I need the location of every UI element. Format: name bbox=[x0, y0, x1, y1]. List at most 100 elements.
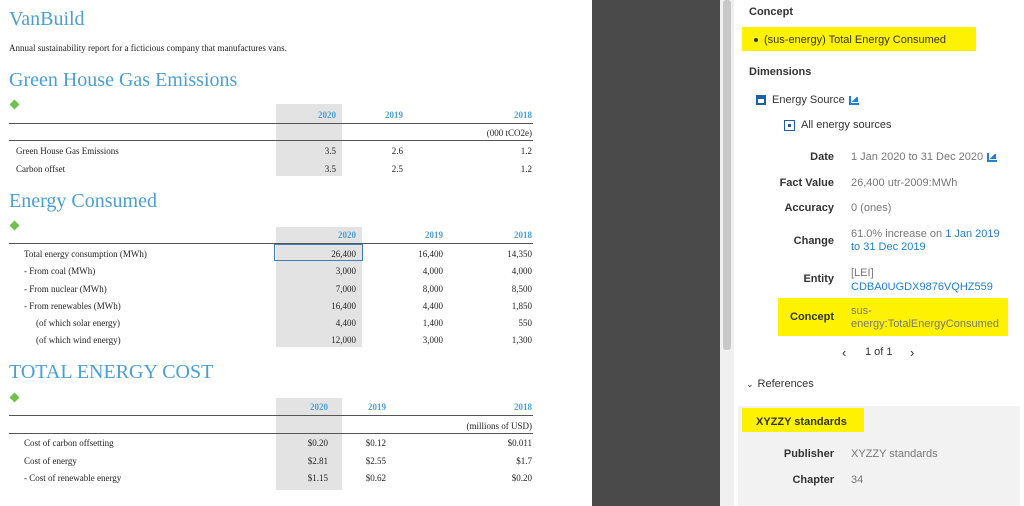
year-header: 2018 bbox=[514, 230, 532, 240]
row-label: Cost of energy bbox=[24, 456, 77, 466]
fact-value[interactable]: $0.20 bbox=[472, 473, 532, 483]
document-viewer: VanBuild Annual sustainability report fo… bbox=[0, 0, 592, 506]
fact-value[interactable]: $0.20 bbox=[268, 438, 328, 448]
fact-value[interactable]: 8,000 bbox=[383, 284, 443, 294]
row-label: - From coal (MWh) bbox=[24, 266, 96, 276]
panel-scrollbar[interactable] bbox=[720, 0, 734, 506]
dimension-member: All energy sources bbox=[801, 119, 892, 131]
fact-value[interactable]: $0.62 bbox=[326, 473, 386, 483]
fact-value[interactable]: 3,000 bbox=[383, 335, 443, 345]
fact-value[interactable]: 16,400 bbox=[383, 249, 443, 259]
pager-label: 1 of 1 bbox=[865, 346, 893, 358]
fact-value[interactable]: $2.81 bbox=[268, 456, 328, 466]
green-diamond-icon bbox=[9, 99, 20, 110]
report-description: Annual sustainability report for a ficti… bbox=[9, 43, 287, 53]
green-diamond-icon bbox=[9, 392, 20, 403]
publisher-val: XYZZY standards bbox=[851, 448, 938, 460]
fact-value[interactable]: $1.15 bbox=[268, 473, 328, 483]
fact-value[interactable]: $0.12 bbox=[326, 438, 386, 448]
accuracy-key: Accuracy bbox=[784, 202, 834, 214]
table-rule bbox=[9, 243, 533, 244]
unit-label: (000 tCO2e) bbox=[486, 128, 532, 138]
fact-value[interactable]: $1.7 bbox=[472, 456, 532, 466]
section-title-cost: TOTAL ENERGY COST bbox=[9, 361, 214, 383]
fact-value[interactable]: 3,000 bbox=[296, 266, 356, 276]
fact-value[interactable]: 4,400 bbox=[383, 301, 443, 311]
dimensions-heading: Dimensions bbox=[749, 66, 812, 78]
year-header: 2019 bbox=[368, 402, 386, 412]
row-label: Cost of carbon offsetting bbox=[24, 438, 114, 448]
next-page-button[interactable]: › bbox=[910, 345, 914, 360]
concept-line1: sus- bbox=[851, 305, 872, 317]
row-label: - From renewables (MWh) bbox=[24, 301, 121, 311]
chart-icon[interactable] bbox=[987, 152, 998, 162]
section-title-energy: Energy Consumed bbox=[9, 190, 157, 212]
fact-value[interactable]: $2.55 bbox=[326, 456, 386, 466]
row-label: Green House Gas Emissions bbox=[16, 146, 119, 156]
fact-inspector-panel: Concept (sus-energy) Total Energy Consum… bbox=[734, 0, 1024, 506]
fact-value[interactable]: 16,400 bbox=[296, 301, 356, 311]
fact-value[interactable]: 2.6 bbox=[343, 146, 403, 156]
publisher-key: Publisher bbox=[783, 448, 834, 460]
change-period-link[interactable]: 1 Jan 2019 bbox=[945, 228, 999, 240]
reference-title: XYZZY standards bbox=[756, 416, 847, 428]
fact-value[interactable]: 8,500 bbox=[472, 284, 532, 294]
dimension-table-icon bbox=[756, 95, 766, 106]
date-value: 1 Jan 2020 to 31 Dec 2020 bbox=[851, 151, 998, 163]
fact-value[interactable]: 3.5 bbox=[276, 146, 336, 156]
fact-value[interactable]: 1.2 bbox=[472, 164, 532, 174]
prev-page-button[interactable]: ‹ bbox=[842, 345, 846, 360]
viewer-background bbox=[592, 0, 720, 506]
change-period-link-end[interactable]: to 31 Dec 2019 bbox=[851, 241, 926, 253]
table-rule bbox=[9, 123, 533, 124]
member-checkbox-icon[interactable] bbox=[784, 119, 795, 131]
fact-value[interactable]: 2.5 bbox=[343, 164, 403, 174]
fact-value[interactable]: 4,000 bbox=[383, 266, 443, 276]
accuracy-val: 0 (ones) bbox=[851, 202, 892, 214]
entity-id-link[interactable]: CDBA0UGDX9876VQHZ559 bbox=[851, 281, 993, 293]
year-header: 2019 bbox=[425, 230, 443, 240]
fact-value[interactable]: 1,300 bbox=[472, 335, 532, 345]
row-label: - Cost of renewable energy bbox=[24, 473, 122, 483]
references-label: References bbox=[757, 378, 814, 390]
fact-value[interactable]: 1,850 bbox=[472, 301, 532, 311]
unit-label: (millions of USD) bbox=[466, 421, 532, 431]
fact-value[interactable]: 12,000 bbox=[296, 335, 356, 345]
year-header: 2020 bbox=[338, 230, 356, 240]
row-label: (of which wind energy) bbox=[36, 335, 121, 345]
year-header: 2020 bbox=[310, 402, 328, 412]
date-value-text: 1 Jan 2020 to 31 Dec 2020 bbox=[851, 151, 984, 163]
fact-value[interactable]: 3.5 bbox=[276, 164, 336, 174]
dimension-member-row[interactable]: All energy sources bbox=[784, 119, 892, 131]
fact-value-val: 26,400 utr-2009:MWh bbox=[851, 177, 958, 189]
dimension-row[interactable]: Energy Source bbox=[756, 94, 859, 106]
fact-value[interactable]: 14,350 bbox=[472, 249, 532, 259]
entity-scheme: [LEI] bbox=[851, 267, 874, 279]
references-toggle[interactable]: ⌄ References bbox=[746, 378, 814, 390]
concept-item[interactable]: (sus-energy) Total Energy Consumed bbox=[754, 34, 946, 46]
concept-heading: Concept bbox=[749, 6, 793, 18]
fact-value[interactable]: 7,000 bbox=[296, 284, 356, 294]
fact-value[interactable]: 4,000 bbox=[472, 266, 532, 276]
change-prefix: 61.0% increase on bbox=[851, 228, 943, 240]
fact-value[interactable]: 1.2 bbox=[472, 146, 532, 156]
fact-value[interactable]: $0.011 bbox=[472, 438, 532, 448]
fact-value[interactable]: 1,400 bbox=[383, 318, 443, 328]
change-val: 61.0% increase on 1 Jan 2019 to 31 Dec 2… bbox=[851, 228, 1000, 254]
chart-icon[interactable] bbox=[848, 95, 859, 105]
table-rule bbox=[9, 140, 533, 141]
fact-value[interactable]: 4,400 bbox=[296, 318, 356, 328]
scrollbar-thumb[interactable] bbox=[723, 0, 731, 350]
company-title: VanBuild bbox=[9, 8, 85, 30]
fact-value-key: Fact Value bbox=[779, 177, 834, 189]
fact-value[interactable]: 550 bbox=[472, 318, 533, 328]
concept-item-text: (sus-energy) Total Energy Consumed bbox=[764, 34, 946, 46]
chapter-key: Chapter bbox=[792, 474, 834, 486]
concept-val: sus- energy:TotalEnergyConsumed bbox=[851, 305, 999, 331]
year-header: 2018 bbox=[514, 402, 532, 412]
dimension-name: Energy Source bbox=[772, 94, 845, 106]
fact-value-selected[interactable]: 26,400 bbox=[296, 249, 356, 259]
entity-key: Entity bbox=[803, 273, 834, 285]
year-header: 2019 bbox=[385, 110, 403, 120]
table-rule bbox=[9, 415, 533, 416]
